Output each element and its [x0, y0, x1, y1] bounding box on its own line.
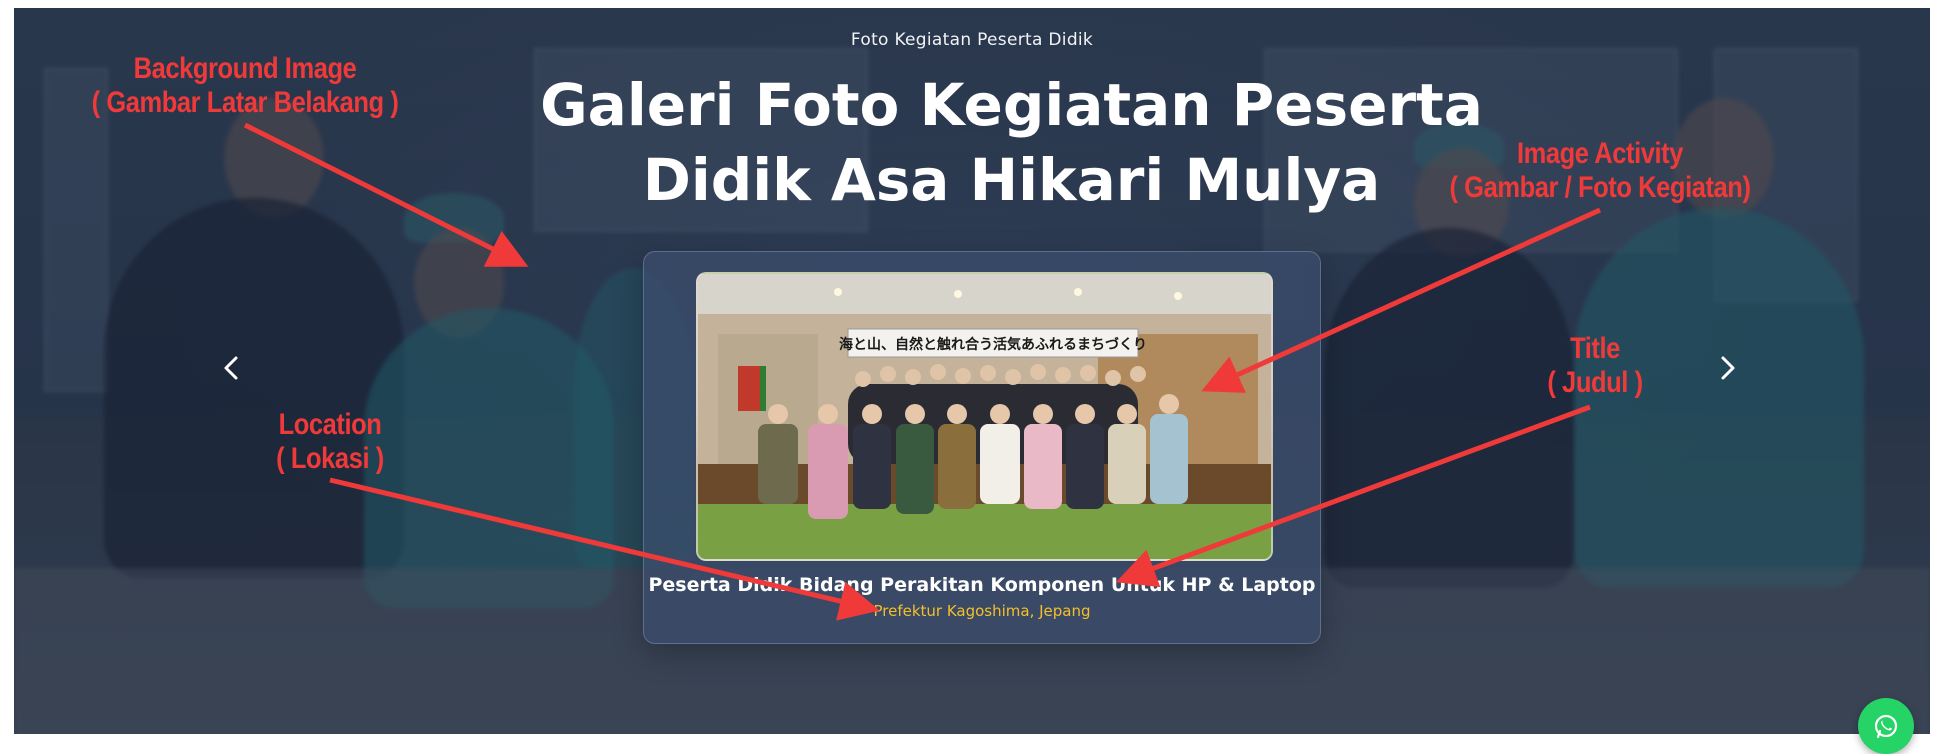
whatsapp-button[interactable] — [1858, 698, 1914, 754]
photo-banner-text: 海と山、自然と触れ合う活気あふれるまちづくり — [839, 336, 1147, 353]
annotation-image: Image Activity ( Gambar / Foto Kegiatan) — [1443, 137, 1758, 205]
activity-title: Peserta Didik Bidang Perakitan Komponen … — [648, 574, 1316, 596]
annotation-background-label: Background Image — [133, 52, 357, 85]
activity-photo-illustration: 海と山、自然と触れ合う活気あふれるまちづくり — [698, 274, 1271, 559]
annotation-title-sublabel: ( Judul ) — [1547, 366, 1643, 399]
activity-photo[interactable]: 海と山、自然と触れ合う活気あふれるまちづくり — [696, 272, 1273, 561]
annotation-location-sublabel: ( Lokasi ) — [276, 442, 384, 475]
chevron-right-icon — [1721, 356, 1735, 380]
annotation-background-sublabel: ( Gambar Latar Belakang ) — [91, 86, 399, 119]
annotation-location-label: Location — [278, 408, 382, 441]
annotation-location: Location ( Lokasi ) — [245, 408, 415, 476]
activity-card: 海と山、自然と触れ合う活気あふれるまちづくり Peserta Didik Bid… — [643, 251, 1321, 644]
annotation-title-label: Title — [1570, 332, 1620, 365]
annotation-title: Title ( Judul ) — [1510, 332, 1680, 400]
annotation-image-sublabel: ( Gambar / Foto Kegiatan) — [1449, 171, 1751, 204]
carousel-next-button[interactable] — [1710, 348, 1744, 388]
page-title: Galeri Foto Kegiatan Peserta Didik Asa H… — [540, 71, 1483, 214]
chevron-left-icon — [224, 356, 238, 380]
annotation-image-label: Image Activity — [1516, 137, 1683, 170]
section-kicker: Foto Kegiatan Peserta Didik — [850, 30, 1094, 50]
carousel-prev-button[interactable] — [215, 348, 249, 388]
annotation-background: Background Image ( Gambar Latar Belakang… — [88, 52, 403, 120]
activity-location: Prefektur Kagoshima, Jepang — [873, 602, 1091, 620]
whatsapp-icon — [1874, 714, 1898, 739]
